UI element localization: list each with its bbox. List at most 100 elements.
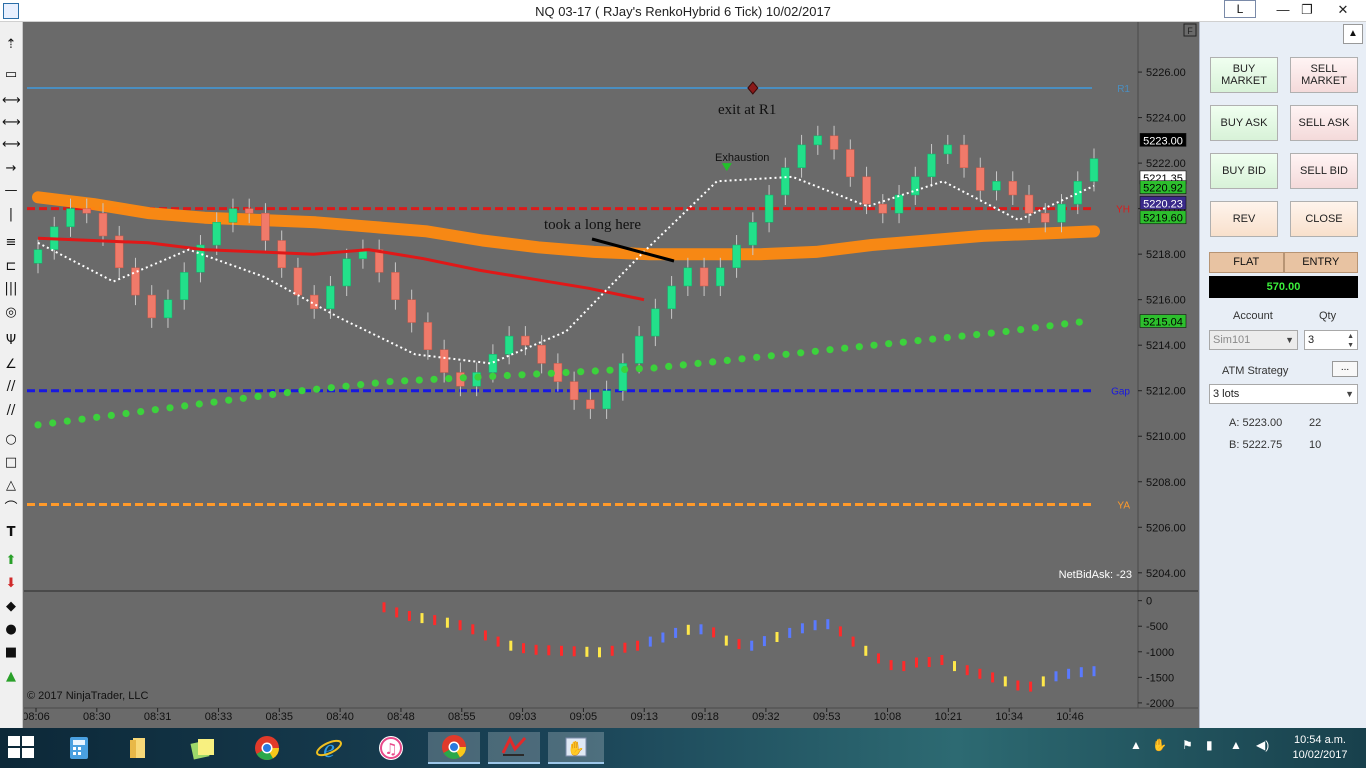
- sticky-notes-icon[interactable]: [186, 732, 220, 764]
- atm-strategy-value: 3 lots: [1213, 388, 1240, 400]
- channel-icon[interactable]: //: [2, 402, 20, 420]
- line-icon[interactable]: ⟷: [2, 114, 21, 132]
- buy-bid-button[interactable]: BUY BID: [1210, 153, 1278, 189]
- chart-area[interactable]: F R1YHGapYA 5226.005224.005222.005220.00…: [24, 22, 1198, 728]
- netbidask-bar: [1016, 680, 1020, 691]
- price-axis-label: 5210.00: [1146, 431, 1186, 443]
- rectangle-icon[interactable]: □: [2, 454, 20, 472]
- candle-body: [439, 349, 449, 373]
- file-explorer-icon[interactable]: [122, 732, 156, 764]
- arrow-down-icon[interactable]: ⬇: [2, 575, 20, 593]
- parallel-lines-icon[interactable]: //: [2, 378, 20, 396]
- reverse-button[interactable]: REV: [1210, 201, 1278, 237]
- atm-strategy-options-button[interactable]: ...: [1332, 361, 1358, 377]
- price-axis-label: 5216.00: [1146, 295, 1186, 307]
- netbidask-bar: [762, 636, 766, 647]
- candle-body: [602, 390, 611, 410]
- green-dot-mark: [518, 371, 526, 379]
- netbidask-bar: [1092, 666, 1096, 677]
- regression-channel-icon[interactable]: ≡: [2, 234, 20, 252]
- collapse-panel-icon[interactable]: ▲: [1343, 24, 1363, 44]
- sell-market-button[interactable]: SELL MARKET: [1290, 57, 1358, 93]
- ellipse-icon[interactable]: ○: [2, 431, 20, 449]
- network-signal-icon[interactable]: ▲: [1230, 738, 1242, 752]
- chrome-icon[interactable]: [250, 732, 284, 764]
- time-cycles-icon[interactable]: |||: [2, 280, 20, 298]
- netbidask-bar: [674, 627, 678, 638]
- candle-body: [813, 135, 823, 146]
- netbidask-bar: [1041, 676, 1045, 687]
- sell-bid-button[interactable]: SELL BID: [1290, 153, 1358, 189]
- green-dot-mark: [269, 390, 277, 399]
- atm-strategy-label: ATM Strategy: [1222, 365, 1289, 377]
- price-axis-label: 5226.00: [1146, 67, 1186, 79]
- ray-icon[interactable]: →: [2, 160, 20, 178]
- close-button[interactable]: ✕: [1320, 0, 1366, 20]
- candle-body: [1008, 181, 1018, 196]
- netbidask-label: NetBidAsk: -23: [1059, 569, 1132, 581]
- triangle-icon[interactable]: △: [2, 477, 20, 495]
- green-dot-mark: [137, 408, 145, 416]
- windows-start-icon[interactable]: [8, 736, 36, 760]
- gann-fan-icon[interactable]: ∠: [2, 356, 20, 374]
- qty-stepper[interactable]: 3 ▲ ▼: [1304, 330, 1358, 350]
- taskbar-clock[interactable]: 10:54 a.m. 10/02/2017: [1280, 733, 1360, 763]
- green-dot-mark: [1061, 320, 1069, 328]
- volume-icon[interactable]: ◀): [1256, 738, 1269, 752]
- time-axis-label: 08:35: [266, 711, 294, 723]
- layout-button[interactable]: L: [1224, 0, 1256, 18]
- pnl-display: 570.00: [1209, 276, 1358, 298]
- netbidask-bar: [661, 632, 665, 643]
- ninjatrader-icon[interactable]: [488, 732, 540, 764]
- dot-icon[interactable]: ●: [2, 621, 20, 639]
- pitchfork-icon[interactable]: Ψ: [2, 332, 20, 350]
- up-arrows-icon[interactable]: ⇡: [2, 36, 20, 54]
- ruler-icon[interactable]: ⟷: [2, 92, 21, 110]
- action-center-flag-icon[interactable]: ⚑: [1182, 738, 1193, 752]
- netbidask-bar: [978, 668, 982, 679]
- horizontal-line-icon[interactable]: —: [2, 182, 20, 200]
- sell-ask-button[interactable]: SELL ASK: [1290, 105, 1358, 141]
- netbidask-bar: [610, 645, 614, 656]
- price-chart[interactable]: F R1YHGapYA 5226.005224.005222.005220.00…: [24, 22, 1198, 728]
- diamond-icon[interactable]: ◆: [2, 598, 20, 616]
- battery-icon[interactable]: ▮: [1206, 738, 1213, 752]
- green-dot-mark: [635, 365, 643, 373]
- hand-tool-icon[interactable]: ✋: [548, 732, 604, 764]
- time-axis-label: 08:31: [144, 711, 172, 723]
- cursor-icon[interactable]: ▭: [2, 66, 20, 84]
- extended-line-icon[interactable]: ⟷: [2, 136, 21, 154]
- atm-strategy-select[interactable]: 3 lots ▼: [1209, 384, 1358, 404]
- candle-body: [797, 144, 806, 168]
- triangle-up-icon[interactable]: ▲: [2, 668, 20, 686]
- candle-body: [569, 381, 579, 401]
- close-position-button[interactable]: CLOSE: [1290, 201, 1358, 237]
- arrow-up-icon[interactable]: ⬆: [2, 552, 20, 570]
- calculator-icon[interactable]: [62, 732, 96, 764]
- tray-app-icon[interactable]: ✋: [1152, 738, 1167, 752]
- internet-explorer-icon[interactable]: e: [312, 732, 346, 764]
- square-icon[interactable]: ■: [2, 644, 20, 662]
- window-title: NQ 03-17 ( RJay's RenkoHybrid 6 Tick) 10…: [535, 4, 831, 19]
- maximize-button[interactable]: ❐: [1292, 0, 1322, 20]
- netbidask-bar: [560, 645, 563, 656]
- buy-ask-button[interactable]: BUY ASK: [1210, 105, 1278, 141]
- candle-body: [66, 208, 75, 228]
- chrome-icon[interactable]: [428, 732, 480, 764]
- candle-body: [927, 153, 936, 178]
- netbidask-bar: [1079, 667, 1083, 678]
- stepper-arrows-icon[interactable]: ▲ ▼: [1347, 332, 1354, 350]
- level-label-ya: YA: [1117, 501, 1130, 512]
- taskbar-time: 10:54 a.m.: [1294, 734, 1346, 746]
- vertical-line-icon[interactable]: |: [2, 206, 20, 224]
- account-select[interactable]: Sim101 ▼: [1209, 330, 1298, 350]
- level-label-gap: Gap: [1111, 387, 1130, 398]
- candle-body: [82, 208, 91, 214]
- fibonacci-icon[interactable]: ⊏: [2, 258, 20, 276]
- circles-icon[interactable]: ◎: [2, 304, 20, 322]
- buy-market-button[interactable]: BUY MARKET: [1210, 57, 1278, 93]
- show-hidden-icons-icon[interactable]: ▲: [1130, 738, 1142, 752]
- arc-icon[interactable]: ⌒: [2, 500, 20, 518]
- text-icon[interactable]: T: [2, 524, 20, 542]
- itunes-icon[interactable]: ♫: [374, 732, 408, 764]
